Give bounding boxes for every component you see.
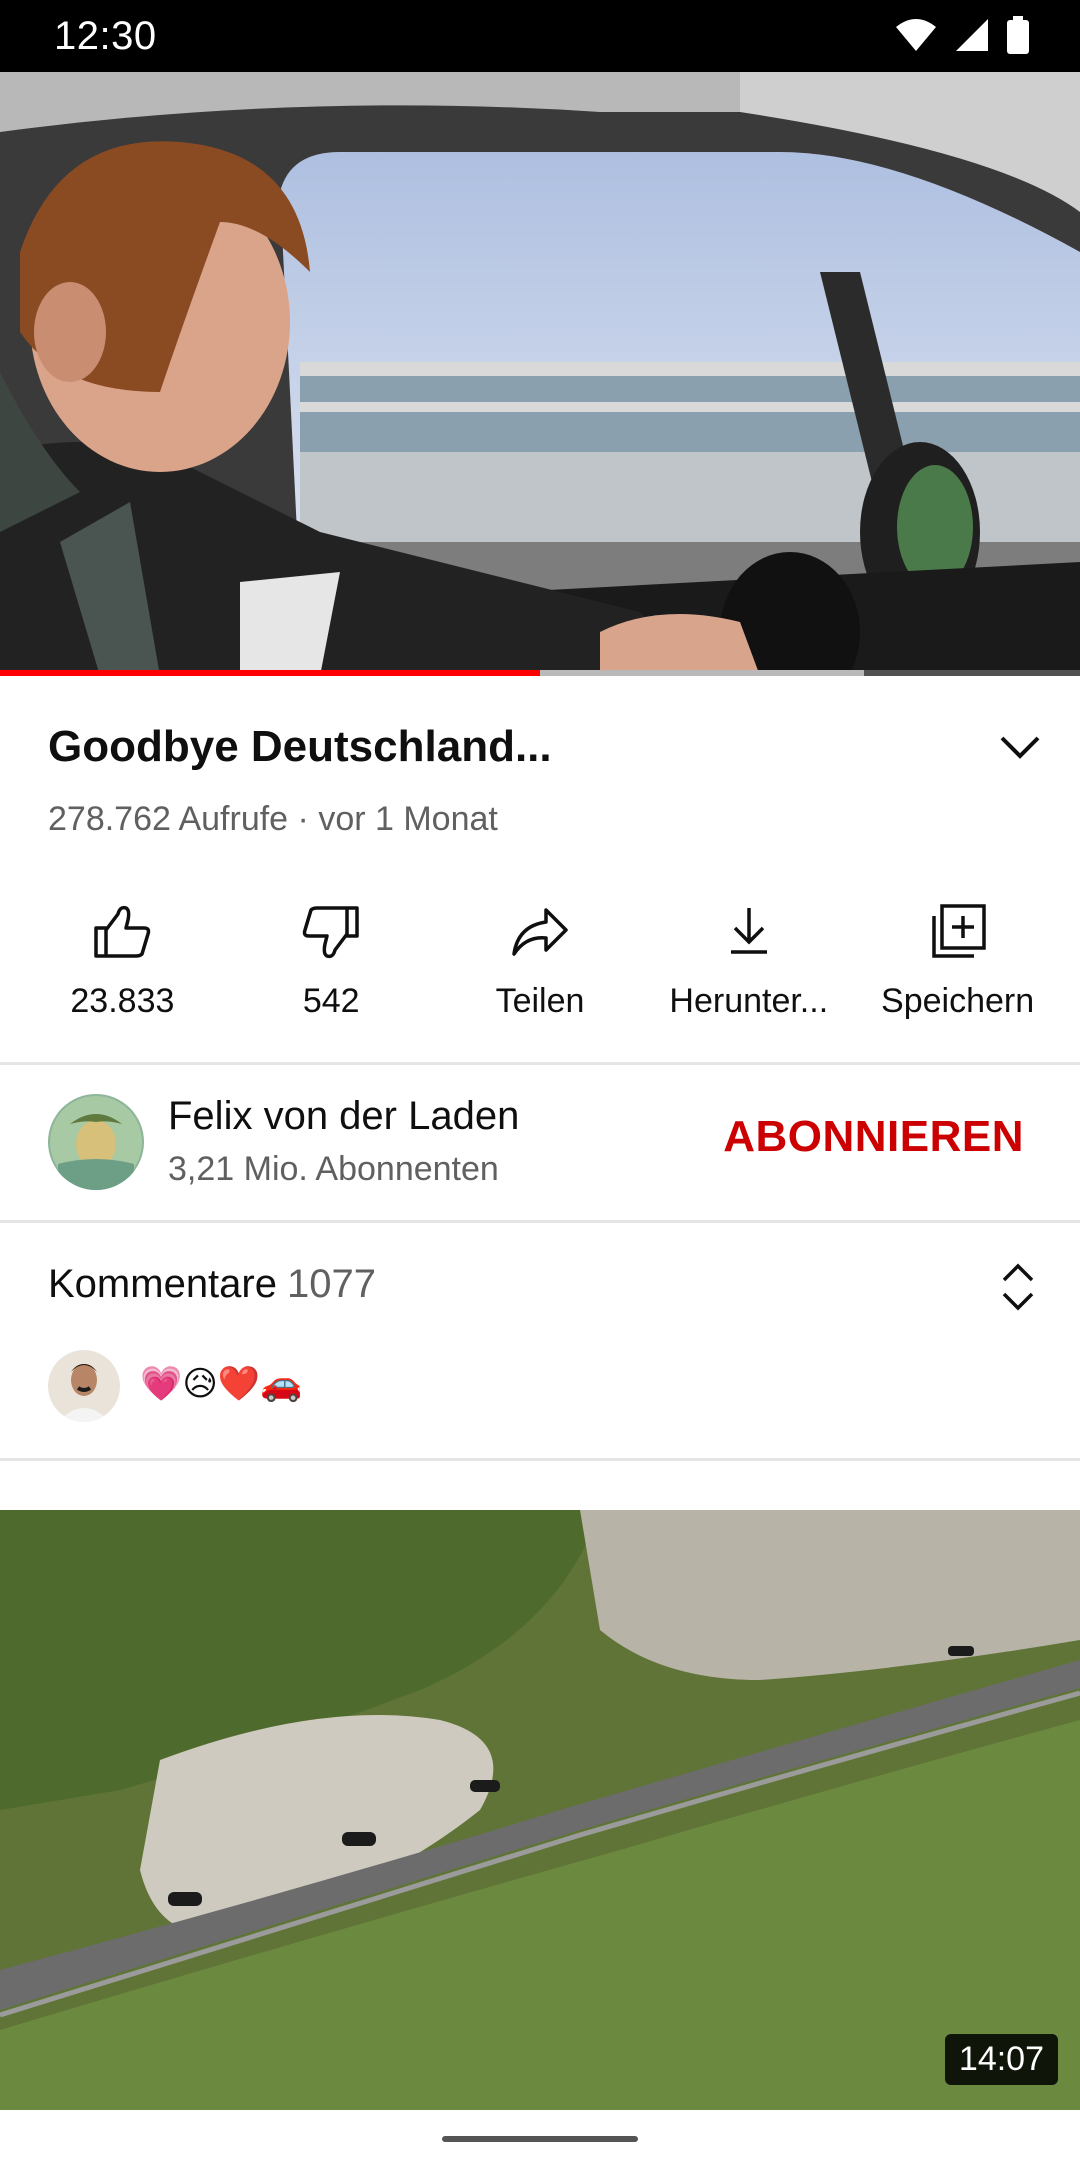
divider: [0, 1458, 1080, 1461]
comment-preview: 💗😥❤️🚗: [140, 1365, 303, 1403]
status-time: 12:30: [54, 14, 157, 58]
action-row: 23.833 542 Teilen Herunter... Speichern: [0, 900, 1080, 1030]
download-icon: [730, 908, 767, 954]
upload-age: · vor 1 Monat: [297, 800, 498, 838]
next-video-thumbnail[interactable]: [0, 1510, 1080, 2110]
progress-fill: [0, 670, 540, 676]
comments-title: Kommentare: [48, 1262, 277, 1306]
dislike-count: 542: [302, 982, 360, 1020]
share-icon: [512, 908, 568, 956]
avatar-image: [48, 1350, 120, 1422]
thumbnail-image: [0, 1510, 1080, 2110]
like-button[interactable]: 23.833: [24, 900, 220, 1030]
expand-collapse-icon[interactable]: [996, 1262, 1040, 1312]
share-label: Teilen: [495, 982, 585, 1020]
download-button[interactable]: Herunter...: [651, 900, 847, 1030]
divider: [0, 1062, 1080, 1065]
video-duration: 14:07: [944, 2034, 1058, 2085]
download-label: Herunter...: [669, 982, 829, 1020]
cellular-signal-icon: [956, 19, 988, 51]
battery-icon: [1007, 16, 1029, 54]
save-to-playlist-icon: [931, 904, 986, 958]
video-meta: 278.762 Aufrufe · vor 1 Monat: [48, 800, 498, 839]
save-label: Speichern: [881, 982, 1035, 1020]
status-icons: [894, 16, 1030, 54]
comments-count: 1077: [286, 1262, 376, 1306]
wifi-icon: [896, 19, 936, 51]
channel-name[interactable]: Felix von der Laden: [168, 1094, 519, 1139]
home-indicator[interactable]: [442, 2136, 638, 2142]
video-player[interactable]: [0, 72, 1080, 676]
commenter-avatar[interactable]: [48, 1350, 120, 1422]
share-button[interactable]: Teilen: [442, 900, 638, 1030]
subscribe-button[interactable]: ABONNIEREN: [723, 1112, 1024, 1162]
divider: [0, 1220, 1080, 1223]
save-button[interactable]: Speichern: [860, 900, 1056, 1030]
progress-track[interactable]: [0, 670, 1080, 676]
video-frame: [0, 72, 1080, 676]
view-count: 278.762 Aufrufe: [48, 800, 289, 838]
chevron-down-icon[interactable]: [990, 728, 1050, 768]
dislike-button[interactable]: 542: [233, 900, 429, 1030]
avatar-image: [48, 1094, 144, 1190]
video-title[interactable]: Goodbye Deutschland...: [48, 722, 948, 772]
subscriber-count: 3,21 Mio. Abonnenten: [168, 1150, 499, 1188]
thumbs-down-icon: [302, 906, 359, 959]
channel-avatar[interactable]: [48, 1094, 144, 1190]
like-count: 23.833: [70, 982, 175, 1020]
thumbs-up-icon: [94, 905, 151, 958]
comments-header[interactable]: Kommentare 1077: [48, 1262, 376, 1307]
status-bar: 12:30: [0, 0, 1080, 72]
